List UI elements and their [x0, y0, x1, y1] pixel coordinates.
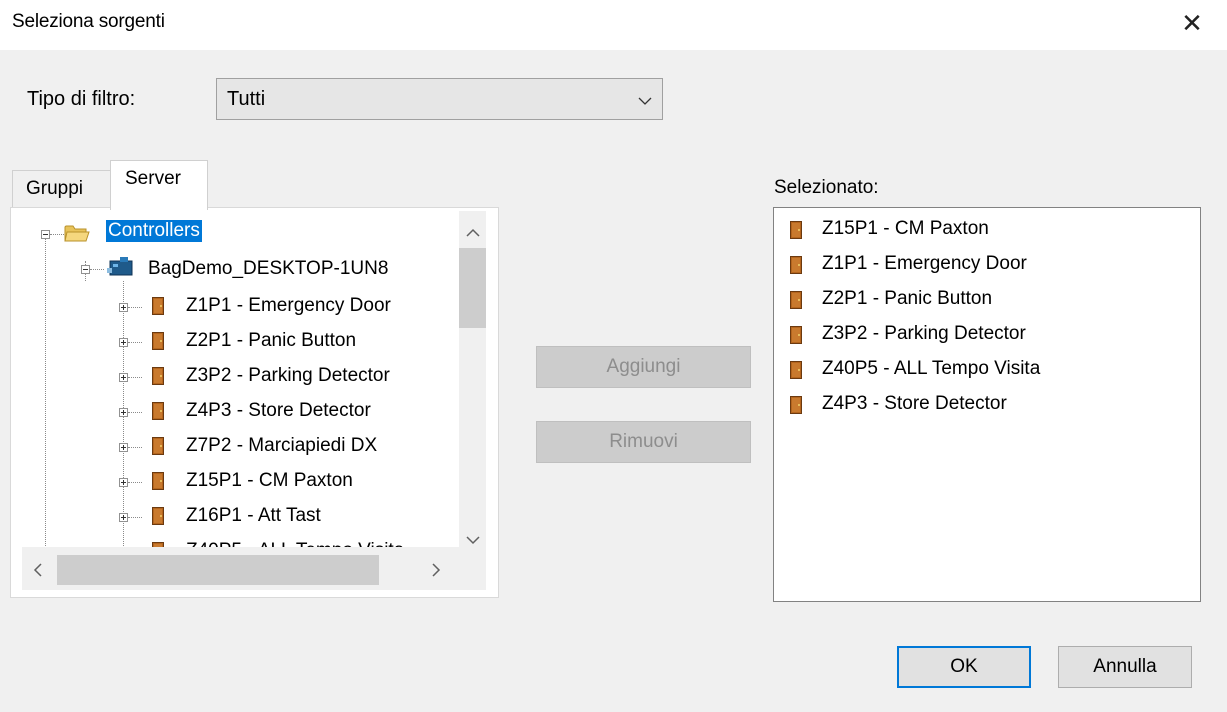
expand-toggle[interactable]: [119, 338, 128, 347]
tree-line: [128, 482, 142, 483]
expand-toggle[interactable]: [119, 408, 128, 417]
selected-list[interactable]: Z15P1 - CM Paxton Z1P1 - Emergency Door …: [773, 207, 1201, 602]
tree-item-label: Z3P2 - Parking Detector: [186, 365, 390, 386]
tree-line: [128, 377, 142, 378]
tree-item-label: Z4P3 - Store Detector: [186, 400, 371, 421]
filter-type-label: Tipo di filtro:: [27, 88, 136, 110]
selected-item-label: Z4P3 - Store Detector: [822, 393, 1007, 414]
tab-server[interactable]: Server: [110, 160, 208, 210]
close-icon: ✕: [1181, 7, 1203, 38]
door-icon: [152, 472, 164, 490]
selected-item-label: Z40P5 - ALL Tempo Visita: [822, 358, 1041, 379]
selected-item-label: Z1P1 - Emergency Door: [822, 253, 1027, 274]
door-icon: [790, 326, 802, 344]
scroll-up-icon[interactable]: [466, 222, 480, 240]
selected-item-label: Z15P1 - CM Paxton: [822, 218, 989, 239]
door-icon: [152, 437, 164, 455]
tree-line: [123, 281, 124, 590]
dialog-title: Seleziona sorgenti: [12, 11, 165, 32]
cancel-button[interactable]: Annulla: [1058, 646, 1192, 688]
door-icon: [790, 361, 802, 379]
tab-server-label: Server: [125, 168, 181, 189]
door-icon: [790, 256, 802, 274]
door-icon: [152, 507, 164, 525]
selected-item-label: Z2P1 - Panic Button: [822, 288, 993, 309]
title-bar: Seleziona sorgenti ✕: [0, 0, 1227, 50]
controllers-tree[interactable]: Controllers BagDemo_DESKTOP-1UN8 Z1P1 - …: [22, 211, 486, 590]
tree-node-server[interactable]: BagDemo_DESKTOP-1UN8: [148, 258, 388, 280]
expand-toggle[interactable]: [119, 478, 128, 487]
tree-line: [128, 447, 142, 448]
collapse-toggle[interactable]: [81, 265, 90, 274]
tree-line: [128, 517, 142, 518]
remove-button[interactable]: Rimuovi: [536, 421, 751, 463]
tree-line: [128, 307, 142, 308]
tree-vertical-scroll-thumb[interactable]: [459, 248, 486, 328]
door-icon: [790, 396, 802, 414]
scrollbar-corner: [459, 547, 486, 590]
tree-node-controllers[interactable]: Controllers: [106, 220, 202, 242]
tab-gruppi-label: Gruppi: [26, 178, 84, 199]
expand-toggle[interactable]: [119, 513, 128, 522]
add-button[interactable]: Aggiungi: [536, 346, 751, 388]
tree-line: [90, 269, 104, 270]
tree-item-label: Z2P1 - Panic Button: [186, 330, 357, 351]
door-icon: [152, 402, 164, 420]
tree-item-label: Z7P2 - Marciapiedi DX: [186, 435, 378, 456]
tree-item-label: Z1P1 - Emergency Door: [186, 295, 391, 316]
ok-button[interactable]: OK: [897, 646, 1031, 688]
close-button[interactable]: ✕: [1172, 6, 1212, 40]
tree-line: [50, 234, 64, 235]
door-icon: [790, 291, 802, 309]
folder-open-icon: [64, 223, 90, 248]
expand-toggle[interactable]: [119, 373, 128, 382]
door-icon: [152, 332, 164, 350]
expand-toggle[interactable]: [119, 443, 128, 452]
filter-type-dropdown[interactable]: Tutti: [216, 78, 663, 120]
selected-item-label: Z3P2 - Parking Detector: [822, 323, 1026, 344]
tree-line: [128, 412, 142, 413]
door-icon: [152, 367, 164, 385]
expand-toggle[interactable]: [119, 303, 128, 312]
tree-line: [128, 342, 142, 343]
scroll-down-icon[interactable]: [466, 530, 480, 548]
chevron-down-icon: [638, 93, 652, 111]
tree-horizontal-scroll-thumb[interactable]: [57, 555, 379, 585]
tree-item-label: Z15P1 - CM Paxton: [186, 470, 353, 491]
door-icon: [152, 297, 164, 315]
scroll-right-icon[interactable]: [432, 562, 441, 580]
scroll-left-icon[interactable]: [33, 562, 42, 580]
tree-line: [45, 239, 46, 590]
selected-label: Selezionato:: [774, 177, 879, 198]
door-icon: [790, 221, 802, 239]
collapse-toggle[interactable]: [41, 230, 50, 239]
filter-type-value: Tutti: [227, 88, 266, 110]
tab-gruppi[interactable]: Gruppi: [12, 170, 112, 208]
tree-item-label: Z16P1 - Att Tast: [186, 505, 321, 526]
server-icon: [106, 255, 136, 282]
